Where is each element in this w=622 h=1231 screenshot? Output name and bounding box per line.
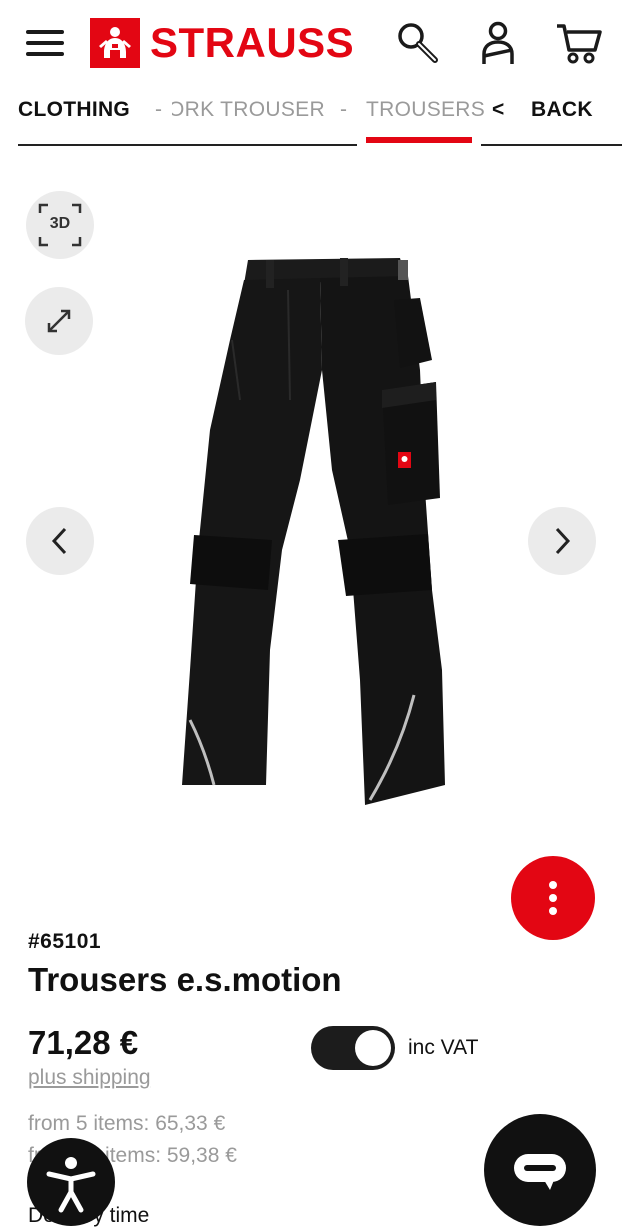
- search-icon[interactable]: [395, 20, 441, 66]
- brand-name: STRAUSS: [150, 19, 355, 66]
- prev-image-button[interactable]: [26, 507, 94, 575]
- chevron-left-icon: [51, 527, 67, 555]
- 3d-label: 3D: [49, 215, 71, 232]
- more-options-button[interactable]: [511, 856, 595, 940]
- product-price: 71,28 €: [28, 1024, 139, 1061]
- accessibility-icon: [46, 1157, 96, 1213]
- vat-toggle[interactable]: [311, 1026, 395, 1070]
- back-arrow-icon[interactable]: <: [492, 98, 505, 122]
- chat-button[interactable]: [484, 1114, 596, 1226]
- back-link[interactable]: BACK: [531, 98, 593, 122]
- breadcrumb-divider: [481, 144, 622, 146]
- product-sku: #65101: [28, 930, 102, 953]
- fullscreen-button[interactable]: [25, 287, 93, 355]
- brand-logo[interactable]: STRAUSS: [90, 18, 354, 68]
- logo-emblem-icon: [90, 18, 140, 68]
- next-image-button[interactable]: [528, 507, 596, 575]
- breadcrumb: CLOTHING - ORK TROUSERS - TROUSERS < BAC…: [0, 92, 622, 148]
- breadcrumb-divider: [18, 144, 357, 146]
- breadcrumb-trousers[interactable]: TROUSERS: [366, 98, 485, 122]
- breadcrumb-work-trousers[interactable]: ORK TROUSERS: [172, 98, 326, 122]
- bulk-price-tier: from 5 items: 65,33 €: [28, 1112, 226, 1135]
- account-icon[interactable]: [476, 20, 522, 66]
- chevron-right-icon: [555, 527, 571, 555]
- vat-label: inc VAT: [408, 1036, 479, 1059]
- shipping-link[interactable]: plus shipping: [28, 1066, 151, 1090]
- chat-bubble-icon: [514, 1154, 566, 1190]
- product-image[interactable]: [170, 250, 460, 810]
- product-title: Trousers e.s.motion: [28, 961, 342, 998]
- breadcrumb-active-indicator: [366, 137, 472, 143]
- breadcrumb-separator: -: [340, 98, 348, 121]
- vat-toggle-knob: [355, 1030, 391, 1066]
- breadcrumb-separator: -: [155, 98, 163, 121]
- more-vertical-icon: [549, 881, 557, 915]
- cart-icon[interactable]: [555, 20, 602, 66]
- header: STRAUSS: [0, 0, 622, 84]
- expand-icon: [47, 309, 71, 333]
- accessibility-button[interactable]: [27, 1138, 115, 1226]
- 3d-view-button[interactable]: 3D: [26, 191, 94, 259]
- breadcrumb-clothing[interactable]: CLOTHING: [18, 98, 130, 122]
- menu-icon[interactable]: [26, 28, 64, 58]
- breadcrumb-work-trousers-label: ORK TROUSERS: [172, 98, 326, 121]
